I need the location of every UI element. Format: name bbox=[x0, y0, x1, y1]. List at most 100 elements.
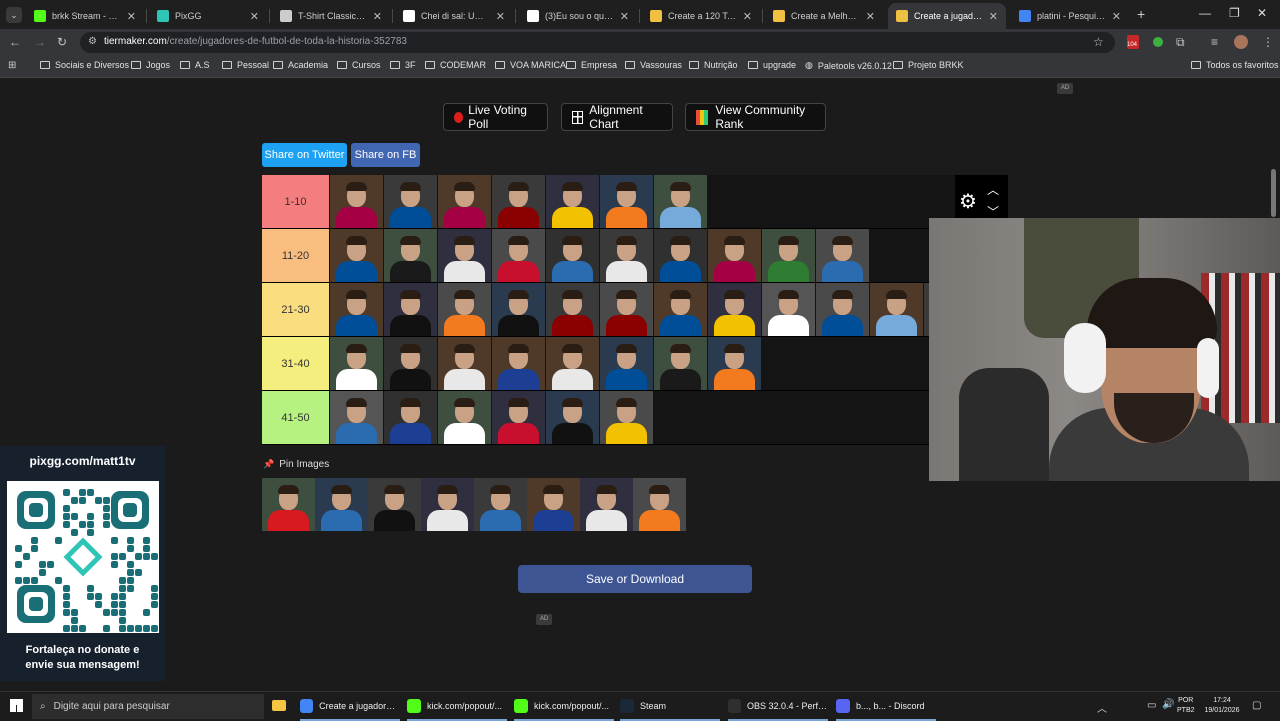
extension-green-icon[interactable] bbox=[1153, 37, 1163, 47]
chevron-up-icon[interactable]: ︿ bbox=[987, 181, 999, 198]
profile-avatar[interactable] bbox=[1234, 35, 1248, 49]
player-thumbnail[interactable] bbox=[384, 391, 437, 444]
reload-icon[interactable]: ↻ bbox=[57, 35, 67, 49]
player-thumbnail[interactable] bbox=[654, 283, 707, 336]
bookmark-item[interactable]: 3F bbox=[390, 60, 416, 70]
taskbar-app[interactable]: Steam bbox=[620, 692, 720, 721]
save-download-button[interactable]: Save or Download bbox=[518, 565, 752, 593]
close-tab-icon[interactable]: ✕ bbox=[866, 10, 875, 23]
player-thumbnail[interactable] bbox=[600, 283, 653, 336]
player-thumbnail[interactable] bbox=[492, 283, 545, 336]
forward-icon[interactable]: → bbox=[34, 35, 46, 49]
extension-adblock-icon[interactable]: 104 bbox=[1127, 35, 1139, 49]
community-rank-button[interactable]: View Community Rank bbox=[685, 103, 826, 131]
close-tab-icon[interactable]: ✕ bbox=[373, 10, 382, 23]
bookmark-item[interactable]: Empresa bbox=[566, 60, 617, 70]
bookmark-item[interactable]: Academia bbox=[273, 60, 328, 70]
bookmark-item[interactable]: A.S bbox=[180, 60, 210, 70]
restore-button[interactable]: ❐ bbox=[1229, 6, 1240, 20]
player-thumbnail[interactable] bbox=[633, 478, 686, 531]
tab-search-button[interactable]: ⌄ bbox=[6, 7, 22, 23]
player-thumbnail[interactable] bbox=[580, 478, 633, 531]
share-facebook-button[interactable]: Share on FB bbox=[351, 143, 420, 167]
tier-label[interactable]: 11-20 bbox=[262, 229, 329, 282]
browser-tab[interactable]: Chei di sal: Um Mem ✕ bbox=[395, 3, 513, 29]
minimize-button[interactable]: — bbox=[1199, 6, 1211, 20]
player-thumbnail[interactable] bbox=[492, 337, 545, 390]
taskbar-app[interactable]: OBS 32.0.4 - Perfil: ... bbox=[728, 692, 828, 721]
taskbar-app[interactable]: b..., b... - Discord bbox=[836, 692, 936, 721]
player-thumbnail[interactable] bbox=[762, 283, 815, 336]
new-tab-button[interactable]: + bbox=[1137, 6, 1145, 22]
all-favorites-folder[interactable]: Todos os favoritos bbox=[1191, 60, 1279, 70]
browser-tab[interactable]: PixGG ✕ bbox=[149, 3, 267, 29]
browser-tab[interactable]: Create a 120 Top One ✕ bbox=[642, 3, 760, 29]
bookmark-item[interactable]: ◍ Paletools v26.0.12 bbox=[805, 60, 892, 71]
player-thumbnail[interactable] bbox=[262, 478, 315, 531]
player-thumbnail[interactable] bbox=[546, 283, 599, 336]
taskbar-app[interactable]: Create a jugadores ... bbox=[300, 692, 400, 721]
player-thumbnail[interactable] bbox=[546, 175, 599, 228]
player-thumbnail[interactable] bbox=[600, 391, 653, 444]
player-thumbnail[interactable] bbox=[492, 229, 545, 282]
player-thumbnail[interactable] bbox=[546, 391, 599, 444]
bookmark-item[interactable]: Pessoal bbox=[222, 60, 269, 70]
player-thumbnail[interactable] bbox=[330, 391, 383, 444]
apps-grid-icon[interactable]: ⊞ bbox=[8, 60, 16, 71]
alignment-chart-button[interactable]: Alignment Chart bbox=[561, 103, 673, 131]
bookmark-item[interactable]: VOA MARICA bbox=[495, 60, 566, 70]
browser-tab[interactable]: T-Shirt Classic Vectra ✕ bbox=[272, 3, 390, 29]
player-thumbnail[interactable] bbox=[708, 283, 761, 336]
player-thumbnail[interactable] bbox=[438, 283, 491, 336]
player-thumbnail[interactable] bbox=[384, 229, 437, 282]
browser-tab[interactable]: (3)Eu sou o que desn ✕ bbox=[519, 3, 637, 29]
player-thumbnail[interactable] bbox=[762, 229, 815, 282]
close-tab-icon[interactable]: ✕ bbox=[250, 10, 259, 23]
taskbar-app[interactable]: kick.com/popout/... bbox=[407, 692, 507, 721]
bookmark-item[interactable]: Vassouras bbox=[625, 60, 682, 70]
taskbar-search[interactable]: ⌕ Digite aqui para pesquisar bbox=[32, 694, 264, 719]
tray-network-icon[interactable]: ▭ bbox=[1147, 700, 1156, 711]
player-thumbnail[interactable] bbox=[654, 337, 707, 390]
bookmark-item[interactable]: Nutrição bbox=[689, 60, 738, 70]
browser-tab[interactable]: Create a Melhores lu ✕ bbox=[765, 3, 883, 29]
bookmark-item[interactable]: Sociais e Diversos bbox=[40, 60, 129, 70]
player-thumbnail[interactable] bbox=[438, 337, 491, 390]
player-thumbnail[interactable] bbox=[368, 478, 421, 531]
player-thumbnail[interactable] bbox=[708, 337, 761, 390]
pin-images-toggle[interactable]: 📌 Pin Images bbox=[263, 459, 329, 470]
media-control-icon[interactable]: ≡ bbox=[1211, 35, 1218, 49]
player-thumbnail[interactable] bbox=[654, 175, 707, 228]
windows-start-icon[interactable] bbox=[10, 699, 23, 712]
share-twitter-button[interactable]: Share on Twitter bbox=[262, 143, 347, 167]
player-thumbnail[interactable] bbox=[330, 283, 383, 336]
close-tab-icon[interactable]: ✕ bbox=[620, 10, 629, 23]
bookmark-item[interactable]: Projeto BRKK bbox=[893, 60, 964, 70]
bookmark-item[interactable]: CODEMAR bbox=[425, 60, 486, 70]
browser-tab[interactable]: Create a jugadores de ✕ bbox=[888, 3, 1006, 29]
player-thumbnail[interactable] bbox=[816, 283, 869, 336]
tray-volume-icon[interactable]: 🔊 bbox=[1162, 699, 1174, 710]
close-tab-icon[interactable]: ✕ bbox=[496, 10, 505, 23]
player-thumbnail[interactable] bbox=[816, 229, 869, 282]
tier-label[interactable]: 21-30 bbox=[262, 283, 329, 336]
player-thumbnail[interactable] bbox=[330, 175, 383, 228]
live-voting-poll-button[interactable]: Live Voting Poll bbox=[443, 103, 548, 131]
player-thumbnail[interactable] bbox=[600, 229, 653, 282]
file-explorer-icon[interactable] bbox=[272, 700, 286, 711]
player-thumbnail[interactable] bbox=[384, 283, 437, 336]
bookmark-item[interactable]: upgrade bbox=[748, 60, 796, 70]
player-thumbnail[interactable] bbox=[527, 478, 580, 531]
close-tab-icon[interactable]: ✕ bbox=[989, 10, 998, 23]
bookmark-item[interactable]: Jogos bbox=[131, 60, 170, 70]
player-thumbnail[interactable] bbox=[421, 478, 474, 531]
player-thumbnail[interactable] bbox=[492, 391, 545, 444]
tier-label[interactable]: 31-40 bbox=[262, 337, 329, 390]
player-thumbnail[interactable] bbox=[708, 229, 761, 282]
clock[interactable]: 17:24 19/01/2026 bbox=[1200, 696, 1244, 716]
browser-tab[interactable]: brkk Stream - Watch ✕ bbox=[26, 3, 144, 29]
close-tab-icon[interactable]: ✕ bbox=[127, 10, 136, 23]
player-thumbnail[interactable] bbox=[330, 229, 383, 282]
close-tab-icon[interactable]: ✕ bbox=[1112, 10, 1121, 23]
player-thumbnail[interactable] bbox=[315, 478, 368, 531]
